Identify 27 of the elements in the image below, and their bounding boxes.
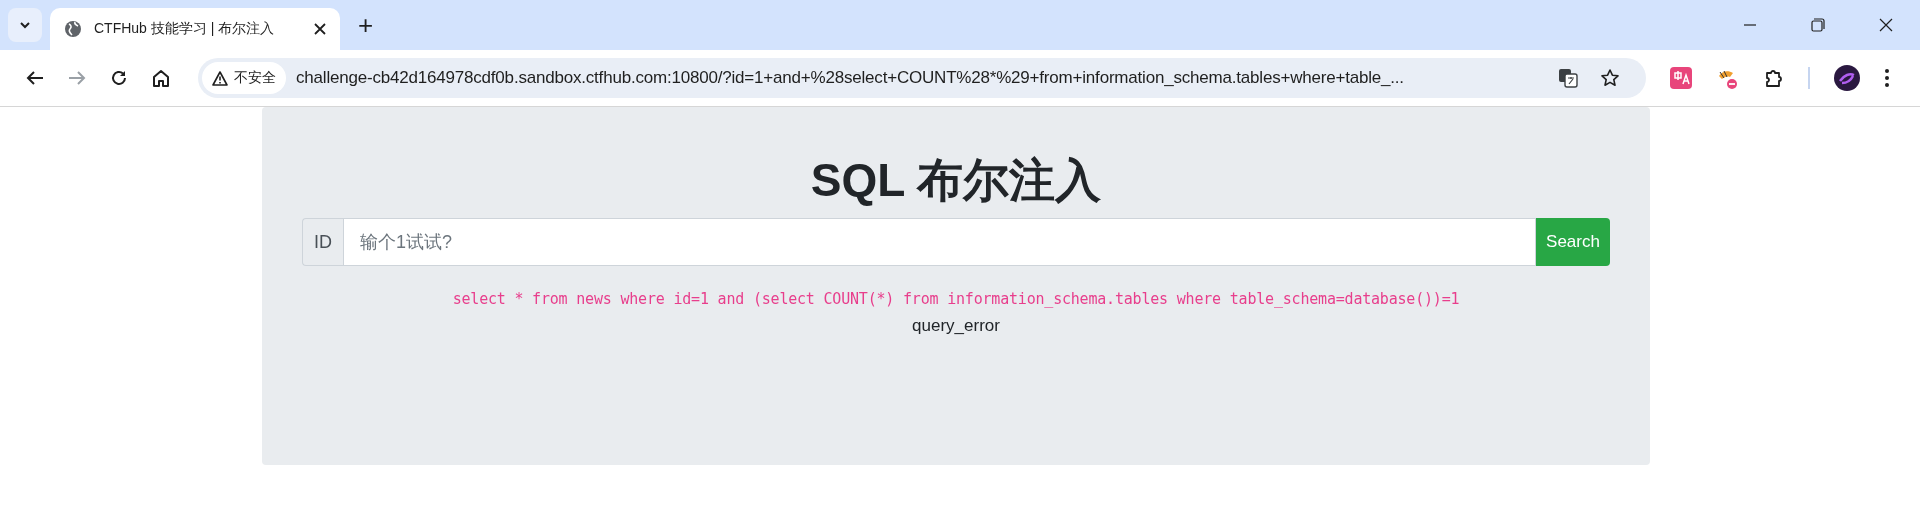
url-text: challenge-cb42d164978cdf0b.sandbox.ctfhub.com:10800/?id=1+and+%28select+COUNT%28*%29+from+information_schema.tables+where+table_... [296, 68, 1405, 88]
restore-icon[interactable] [1811, 18, 1825, 32]
browser-tab[interactable]: CTFHub 技能学习 | 布尔注入 [50, 8, 340, 50]
menu-icon[interactable] [1884, 68, 1890, 88]
translate-icon[interactable] [1558, 68, 1578, 88]
page-title: SQL 布尔注入 [810, 153, 1102, 208]
id-input-field[interactable]: 输个1试试? [343, 218, 1536, 267]
reload-icon[interactable] [110, 69, 128, 87]
chevron-down-icon [19, 21, 31, 29]
forward-arrow-icon[interactable] [68, 70, 86, 86]
close-icon[interactable] [314, 23, 326, 35]
star-icon[interactable] [1600, 68, 1620, 88]
input-prefix: ID [302, 218, 343, 267]
result-text: query_error [912, 316, 1000, 337]
sql-query-text: select * from news where id=1 and (select COUNT(*) from information_schema.tables where table_schema=database())=1 [452, 290, 1460, 309]
close-icon[interactable] [1879, 18, 1893, 32]
puzzle-icon[interactable] [1764, 68, 1784, 88]
address-bar[interactable]: 不安全 challenge-cb42d164978cdf0b.sandbox.ctfhub.com:10800/?id=1+and+%28select+COUNT%28*%29+from+information_schema.tables+where+table_... [198, 58, 1646, 98]
extension-icon[interactable] [1670, 67, 1692, 89]
back-arrow-icon[interactable] [26, 70, 44, 86]
globe-icon [64, 20, 82, 38]
security-chip[interactable]: 不安全 [202, 62, 286, 94]
avatar-icon[interactable] [1834, 65, 1860, 91]
warning-icon [212, 70, 228, 86]
home-icon[interactable] [152, 69, 170, 87]
tab-list-button[interactable] [8, 8, 42, 42]
new-tab-button[interactable]: + [352, 12, 380, 38]
